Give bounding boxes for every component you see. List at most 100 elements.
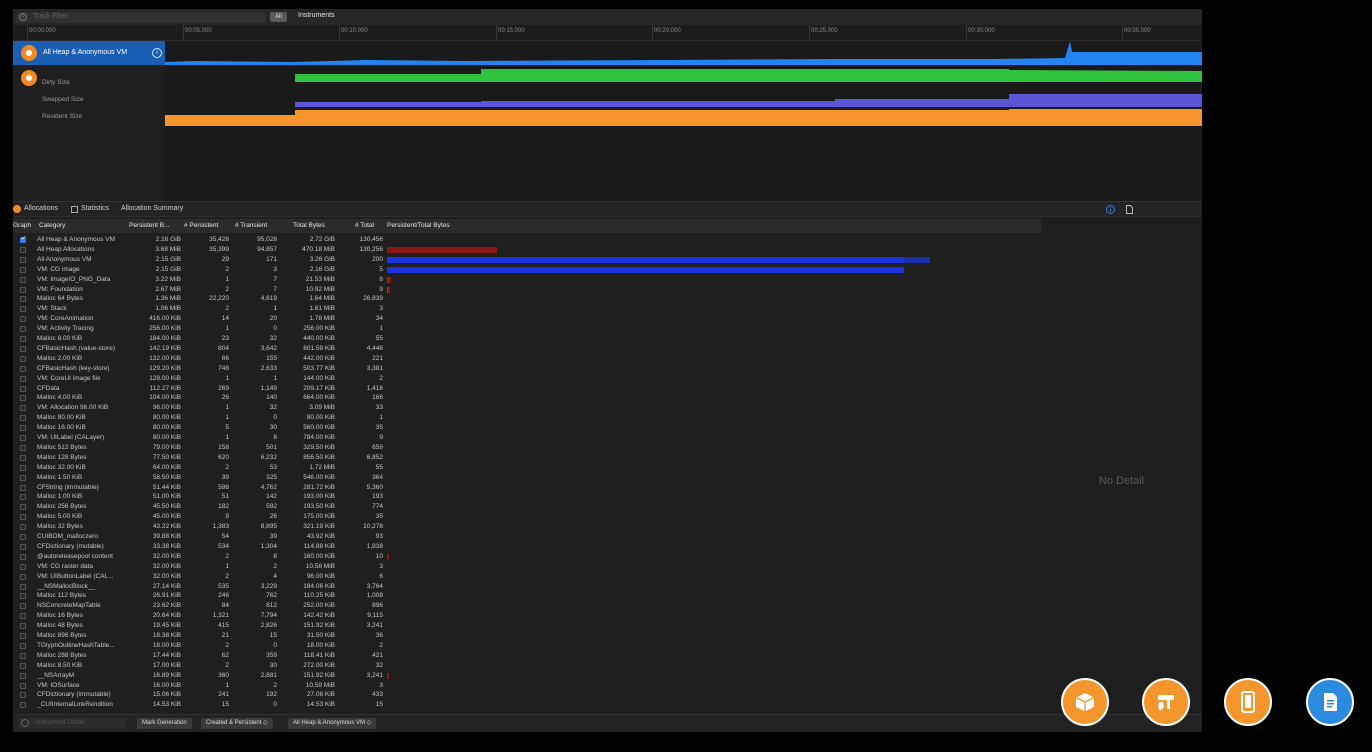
device-button[interactable] (1224, 678, 1272, 726)
graph-checkbox[interactable] (20, 395, 26, 402)
track-info-icon[interactable]: i (152, 48, 162, 58)
graph-checkbox[interactable] (20, 444, 26, 451)
table-row[interactable]: Malloc 16 Bytes 20.64 KiB 1,321 7,794 142.42… (13, 611, 1041, 621)
graph-checkbox[interactable] (20, 355, 26, 362)
table-row[interactable]: __NSMallocBlock__ 27.14 KiB 535 3,229 184.06… (13, 582, 1041, 592)
graph-checkbox[interactable] (20, 593, 26, 600)
graph-checkbox[interactable] (20, 246, 26, 253)
table-row[interactable]: VM: Foundation 2.67 MiB 2 7 10.92 MiB 9 (13, 285, 1041, 295)
document-inspector-icon[interactable] (1125, 205, 1134, 214)
table-row[interactable]: VM: CG image 2.15 GiB 2 3 2.16 GiB 5 (13, 265, 1041, 275)
graph-checkbox[interactable] (20, 524, 26, 531)
package-button[interactable] (1061, 678, 1109, 726)
table-row[interactable]: Malloc 1.00 KiB 51.00 KiB 51 142 193.00 KiB 1… (13, 492, 1041, 502)
table-row[interactable]: Malloc 512 Bytes 79.00 KiB 158 501 329.50 Ki… (13, 443, 1041, 453)
graph-checkbox[interactable] (20, 464, 26, 471)
table-row[interactable]: Malloc 4.00 KiB 104.00 KiB 26 140 664.00 KiB… (13, 393, 1041, 403)
table-row[interactable]: CFString (immutable) 51.44 KiB 598 4,762 281… (13, 483, 1041, 493)
table-row[interactable]: All Heap & Anonymous VM 2.16 GiB 35,428 95,… (13, 235, 1041, 245)
table-row[interactable]: VM: CG raster data 32.00 KiB 1 2 10.58 MiB 3 (13, 562, 1041, 572)
column-persistent-total[interactable]: Persistent/Total Bytes (387, 222, 450, 229)
column-total-bytes[interactable]: Total Bytes (293, 222, 325, 229)
table-row[interactable]: NSConcreteMapTable 23.62 KiB 84 812 252.00 K… (13, 601, 1041, 611)
table-row[interactable]: TGlyphOutlineHashTable... 18.00 KiB 2 0 18.0… (13, 641, 1041, 651)
graph-checkbox[interactable] (20, 543, 26, 550)
table-row[interactable]: VM: IOSurface 16.00 KiB 1 2 10.59 MiB 3 (13, 681, 1041, 691)
table-row[interactable]: VM: Stack 1.06 MiB 2 1 1.61 MiB 3 (13, 304, 1041, 314)
graph-checkbox[interactable] (20, 365, 26, 372)
mark-generation-button[interactable]: Mark Generation (137, 718, 192, 729)
graph-checkbox[interactable] (20, 603, 26, 610)
table-row[interactable]: CFData 112.27 KiB 269 1,149 209.17 KiB 1,418 (13, 384, 1041, 394)
column-total-count[interactable]: # Total (355, 222, 374, 229)
graph-checkbox[interactable] (20, 316, 26, 323)
table-row[interactable]: VM: CoreUI image file 128.00 KiB 1 1 144.00 … (13, 374, 1041, 384)
graph-checkbox[interactable] (20, 235, 26, 243)
table-row[interactable]: VM: ImageIO_PNG_Data 3.22 MiB 1 7 21.53 MiB 8 (13, 275, 1041, 285)
table-row[interactable]: CFDictionary (immutable) 15.06 KiB 241 192 2… (13, 690, 1041, 700)
allocation-type-popup[interactable]: All Heap & Anonymous VM ◇ (288, 718, 377, 729)
graph-checkbox[interactable] (20, 336, 26, 342)
graph-checkbox[interactable] (20, 296, 26, 303)
column-graph[interactable]: Graph (13, 222, 31, 229)
table-row[interactable]: Malloc 8.00 KiB 184.00 KiB 23 32 440.00 KiB 5… (13, 334, 1041, 344)
table-row[interactable]: Malloc 256 Bytes 45.50 KiB 182 592 193.50 Ki… (13, 502, 1041, 512)
tools-button[interactable] (1142, 678, 1190, 726)
instruments-label[interactable]: Instruments (298, 12, 335, 19)
table-row[interactable]: Malloc 16.00 KiB 80.00 KiB 5 30 560.00 KiB 35 (13, 423, 1041, 433)
graph-checkbox[interactable] (20, 425, 26, 432)
graph-checkbox[interactable] (20, 256, 26, 263)
document-button[interactable] (1306, 678, 1354, 726)
graph-checkbox[interactable] (20, 642, 26, 649)
tab-statistics[interactable]: Statistics (81, 205, 109, 212)
table-row[interactable]: VM: CoreAnimation 416.00 KiB 14 20 1.78 MiB 3… (13, 314, 1041, 324)
timeline-graph[interactable] (165, 41, 1202, 201)
track-filter-input[interactable]: ⚲ Track Filter (16, 12, 266, 23)
table-row[interactable]: Malloc 48 Bytes 19.45 KiB 415 2,826 151.92 K… (13, 621, 1041, 631)
column-transient-count[interactable]: # Transient (235, 222, 267, 229)
graph-checkbox[interactable] (20, 563, 26, 570)
table-row[interactable]: Malloc 64 Bytes 1.36 MiB 22,220 4,619 1.64 M… (13, 294, 1041, 304)
table-row[interactable]: All Anonymous VM 2.15 GiB 29 171 3.26 GiB 200 (13, 255, 1041, 265)
graph-checkbox[interactable] (20, 494, 26, 501)
table-row[interactable]: Malloc 2.00 KiB 132.00 KiB 66 155 442.00 KiB… (13, 354, 1041, 364)
lifespan-popup[interactable]: Created & Persistent ◇ (201, 718, 273, 729)
column-category[interactable]: Category (39, 222, 65, 229)
graph-checkbox[interactable] (20, 266, 26, 273)
table-row[interactable]: CFBasicHash (key-store) 129.20 KiB 748 2,63… (13, 364, 1041, 374)
table-row[interactable]: __NSArrayM 16.89 KiB 360 2,881 151.92 KiB 3,2… (13, 671, 1041, 681)
graph-checkbox[interactable] (20, 583, 26, 590)
graph-checkbox[interactable] (20, 375, 26, 382)
graph-checkbox[interactable] (20, 345, 26, 352)
graph-checkbox[interactable] (20, 702, 26, 709)
table-row[interactable]: CFBasicHash (value-store) 142.19 KiB 804 3,… (13, 344, 1041, 354)
graph-checkbox[interactable] (20, 326, 26, 333)
column-persistent-bytes[interactable]: Persistent B... (129, 222, 169, 229)
track-all-heap[interactable]: All Heap & Anonymous VM i (13, 41, 165, 65)
graph-checkbox[interactable] (20, 534, 26, 540)
graph-checkbox[interactable] (20, 474, 26, 481)
graph-checkbox[interactable] (20, 553, 26, 560)
graph-checkbox[interactable] (20, 633, 26, 639)
graph-checkbox[interactable] (20, 405, 26, 412)
table-row[interactable]: CUIBOM_malloczero 39.88 KiB 54 39 43.92 KiB 9… (13, 532, 1041, 542)
graph-checkbox[interactable] (20, 484, 26, 491)
graph-checkbox[interactable] (20, 692, 26, 699)
tab-allocation-summary[interactable]: Allocation Summary (121, 205, 183, 212)
graph-checkbox[interactable] (20, 454, 26, 461)
graph-checkbox[interactable] (20, 613, 26, 620)
graph-checkbox[interactable] (20, 276, 26, 283)
tab-allocations[interactable]: Allocations (24, 205, 58, 212)
table-row[interactable]: Malloc 896 Bytes 18.38 KiB 21 15 31.50 KiB 36 (13, 631, 1041, 641)
graph-checkbox[interactable] (20, 623, 26, 630)
table-row[interactable]: @autoreleasepool content 32.00 KiB 2 8 160.0… (13, 552, 1041, 562)
graph-checkbox[interactable] (20, 672, 26, 679)
timeline-ruler[interactable]: 00:00.000 00:05.000 00:10.000 00:15.000 … (13, 25, 1202, 41)
all-button[interactable]: All (270, 12, 287, 22)
graph-checkbox[interactable] (20, 573, 26, 580)
table-row[interactable]: Malloc 5.00 KiB 45.00 KiB 9 26 175.00 KiB 35 (13, 512, 1041, 522)
table-row[interactable]: Malloc 1.50 KiB 58.50 KiB 39 325 546.00 KiB 3… (13, 473, 1041, 483)
column-persistent-count[interactable]: # Persistent (184, 222, 218, 229)
table-row[interactable]: _CUIInternalLinkRendition 14.53 KiB 15 0 14.… (13, 700, 1041, 710)
graph-checkbox[interactable] (20, 286, 26, 293)
